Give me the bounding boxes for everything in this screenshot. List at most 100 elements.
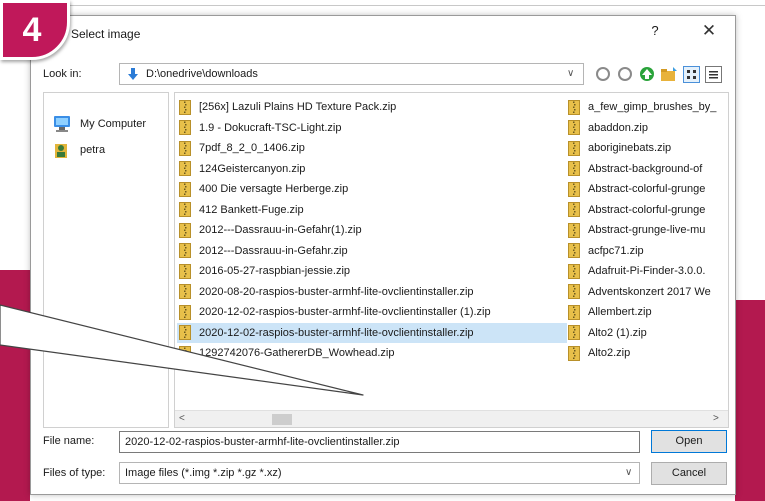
user-icon — [55, 144, 67, 158]
file-name: aboriginebats.zip — [588, 142, 672, 155]
file-name: 1.9 - Dokucraft-TSC-Light.zip — [199, 121, 342, 134]
zip-file-icon — [179, 222, 191, 238]
list-item[interactable]: a_few_gimp_brushes_by_ — [566, 97, 728, 118]
file-type-label: Files of type: — [43, 467, 106, 479]
zip-file-icon — [568, 325, 580, 341]
list-item[interactable]: Alto2 (1).zip — [566, 323, 728, 344]
list-item[interactable]: 1.9 - Dokucraft-TSC-Light.zip — [177, 118, 567, 139]
list-item[interactable]: Adventskonzert 2017 We — [566, 282, 728, 303]
list-item[interactable]: [256x] Lazuli Plains HD Texture Pack.zip — [177, 97, 567, 118]
chevron-down-icon[interactable]: ∨ — [625, 467, 632, 478]
list-item[interactable]: 2012---Dassrauu-in-Gefahr.zip — [177, 241, 567, 262]
step-number: 4 — [22, 10, 42, 49]
file-name: Allembert.zip — [588, 306, 652, 319]
scroll-right-icon[interactable]: > — [713, 413, 719, 424]
file-name: 2012---Dassrauu-in-Gefahr.zip — [199, 244, 348, 257]
look-in-value: D:\onedrive\downloads — [146, 68, 258, 80]
file-name: 2012---Dassrauu-in-Gefahr(1).zip — [199, 224, 362, 237]
background-stripe-left — [0, 270, 30, 501]
file-name: 2020-12-02-raspios-buster-armhf-lite-ovc… — [199, 326, 474, 339]
background-line — [0, 5, 765, 6]
list-item[interactable]: Abstract-grunge-live-mu — [566, 220, 728, 241]
list-item[interactable]: 2020-12-02-raspios-buster-armhf-lite-ovc… — [177, 302, 567, 323]
title-bar: Select image ? ✕ — [31, 16, 735, 49]
zip-file-icon — [568, 304, 580, 320]
file-name: a_few_gimp_brushes_by_ — [588, 101, 717, 114]
list-item[interactable]: 400 Die versagte Herberge.zip — [177, 179, 567, 200]
file-type-combobox[interactable]: Image files (*.img *.zip *.gz *.xz) ∨ — [119, 462, 640, 484]
computer-icon — [54, 116, 70, 132]
list-item[interactable]: 124Geistercanyon.zip — [177, 159, 567, 180]
parent-folder-icon[interactable] — [638, 65, 656, 83]
help-button[interactable]: ? — [643, 23, 667, 43]
list-item[interactable]: Alto2.zip — [566, 343, 728, 364]
list-item[interactable]: Adafruit-Pi-Finder-3.0.0. — [566, 261, 728, 282]
sidebar-item-label: petra — [80, 144, 106, 156]
list-item[interactable]: abaddon.zip — [566, 118, 728, 139]
list-item[interactable]: 412 Bankett-Fuge.zip — [177, 200, 567, 221]
dialog-title: Select image — [71, 27, 141, 41]
zip-file-icon — [568, 263, 580, 279]
list-view-icon[interactable] — [682, 65, 700, 83]
sidebar-item-petra[interactable]: petra — [52, 139, 105, 161]
scroll-thumb[interactable] — [272, 414, 292, 425]
zip-file-icon — [568, 120, 580, 136]
zip-file-icon — [568, 161, 580, 177]
file-name: abaddon.zip — [588, 121, 648, 134]
file-name: Alto2.zip — [588, 347, 631, 360]
list-item[interactable]: 2012---Dassrauu-in-Gefahr(1).zip — [177, 220, 567, 241]
zip-file-icon — [568, 99, 580, 115]
zip-file-icon — [179, 120, 191, 136]
file-name: 124Geistercanyon.zip — [199, 162, 306, 175]
file-name: 2020-08-20-raspios-buster-armhf-lite-ovc… — [199, 285, 474, 298]
cancel-button[interactable]: Cancel — [651, 462, 727, 485]
open-button[interactable]: Open — [651, 430, 727, 453]
zip-file-icon — [179, 140, 191, 156]
list-item[interactable]: Allembert.zip — [566, 302, 728, 323]
list-item[interactable]: Abstract-colorful-grunge — [566, 200, 728, 221]
zip-file-icon — [179, 284, 191, 300]
zip-file-icon — [179, 202, 191, 218]
list-item[interactable]: 2016-05-27-raspbian-jessie.zip — [177, 261, 567, 282]
list-item[interactable]: 7pdf_8_2_0_1406.zip — [177, 138, 567, 159]
zip-file-icon — [568, 140, 580, 156]
close-button[interactable]: ✕ — [691, 21, 727, 43]
file-name: acfpc71.zip — [588, 244, 644, 257]
scroll-left-icon[interactable]: < — [179, 413, 185, 424]
file-name: 2020-12-02-raspios-buster-armhf-lite-ovc… — [199, 306, 491, 319]
new-folder-icon[interactable] — [660, 65, 678, 83]
download-folder-icon — [128, 68, 138, 80]
list-item[interactable]: 2020-08-20-raspios-buster-armhf-lite-ovc… — [177, 282, 567, 303]
list-item[interactable]: 2020-12-02-raspios-buster-armhf-lite-ovc… — [177, 322, 567, 343]
zip-file-icon — [179, 181, 191, 197]
file-name: Abstract-colorful-grunge — [588, 203, 706, 216]
list-item[interactable]: Abstract-colorful-grunge — [566, 179, 728, 200]
file-name: Abstract-grunge-live-mu — [588, 224, 706, 237]
list-item[interactable]: 1292742076-GathererDB_Wowhead.zip — [177, 343, 567, 364]
file-name: [256x] Lazuli Plains HD Texture Pack.zip — [199, 101, 397, 114]
places-sidebar: My Computer petra — [43, 92, 169, 428]
file-name: 412 Bankett-Fuge.zip — [199, 203, 304, 216]
list-item[interactable]: aboriginebats.zip — [566, 138, 728, 159]
file-name-label: File name: — [43, 435, 95, 447]
sidebar-item-my-computer[interactable]: My Computer — [52, 113, 146, 135]
zip-file-icon — [568, 181, 580, 197]
zip-file-icon — [179, 263, 191, 279]
chevron-down-icon[interactable]: ∨ — [567, 68, 574, 79]
zip-file-icon — [179, 345, 191, 361]
file-name: 7pdf_8_2_0_1406.zip — [199, 142, 305, 155]
select-image-dialog: Select image ? ✕ Look in: D:\onedrive\do… — [30, 15, 736, 495]
list-item[interactable]: Abstract-background-of — [566, 159, 728, 180]
forward-icon[interactable] — [616, 65, 634, 83]
horizontal-scrollbar[interactable]: < > — [175, 410, 728, 427]
file-name: Alto2 (1).zip — [588, 326, 647, 339]
back-icon[interactable] — [594, 65, 612, 83]
list-item[interactable]: acfpc71.zip — [566, 241, 728, 262]
file-name-input[interactable] — [119, 431, 640, 453]
zip-file-icon — [568, 222, 580, 238]
background-stripe-right — [735, 300, 765, 501]
detail-view-icon[interactable] — [704, 65, 722, 83]
zip-file-icon — [179, 161, 191, 177]
look-in-combobox[interactable]: D:\onedrive\downloads ∨ — [119, 63, 584, 85]
file-name: Abstract-background-of — [588, 162, 703, 175]
